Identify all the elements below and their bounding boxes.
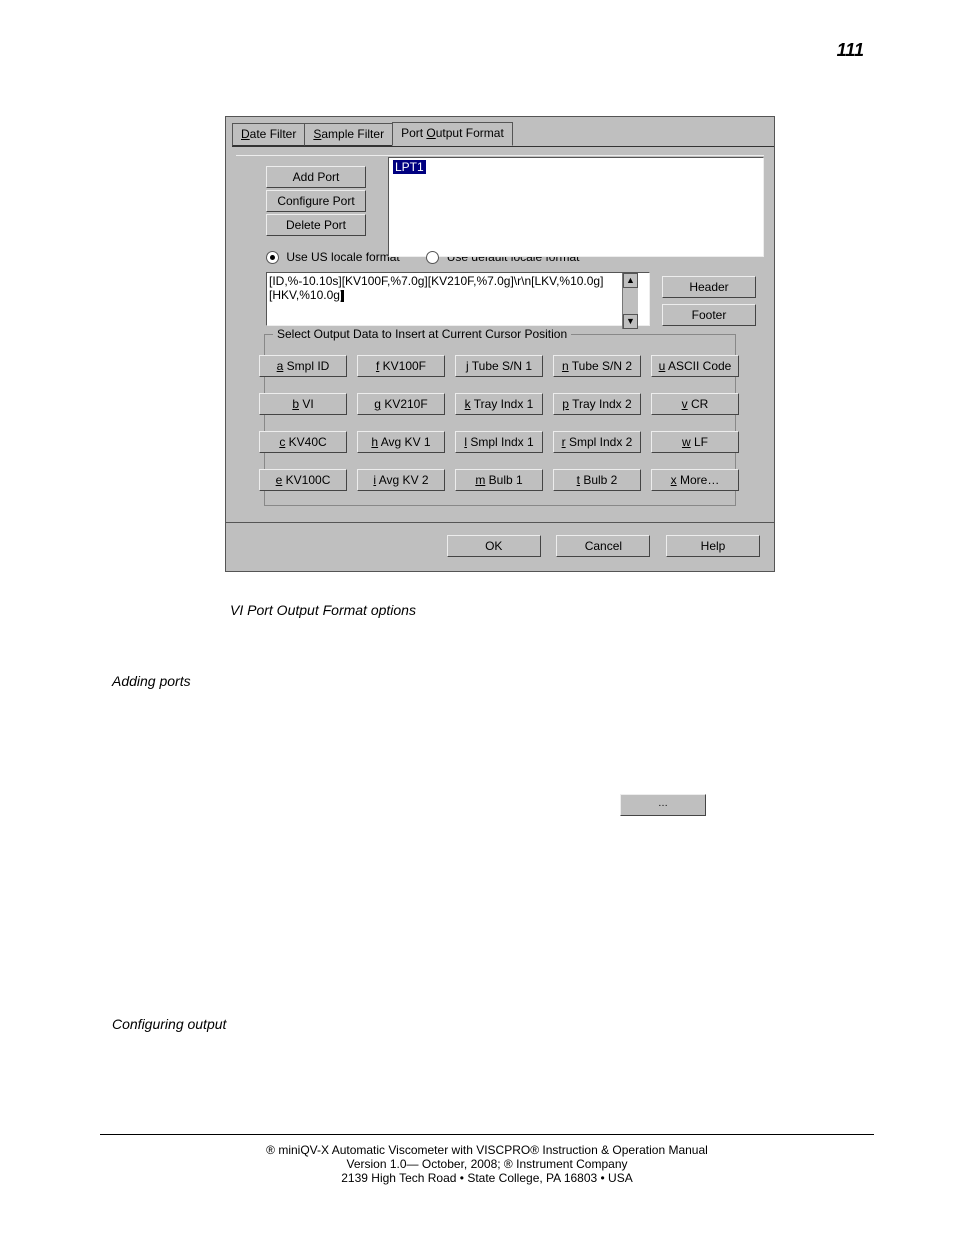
btn-kv100c[interactable]: e KV100C bbox=[259, 469, 347, 491]
delete-port-button[interactable]: Delete Port bbox=[266, 214, 366, 236]
scroll-down-icon[interactable]: ▼ bbox=[623, 314, 638, 329]
cancel-button[interactable]: Cancel bbox=[556, 535, 650, 557]
btn-avg-kv2[interactable]: i Avg KV 2 bbox=[357, 469, 445, 491]
btn-kv100f[interactable]: f KV100F bbox=[357, 355, 445, 377]
tab-date-filter[interactable]: Date Filter bbox=[232, 123, 305, 146]
heading-adding-ports: Adding ports bbox=[112, 673, 874, 689]
footer-button[interactable]: Footer bbox=[662, 304, 756, 326]
text-cursor bbox=[341, 290, 344, 302]
heading-configuring-output: Configuring output bbox=[112, 1016, 874, 1032]
btn-tube-sn1[interactable]: j Tube S/N 1 bbox=[455, 355, 543, 377]
btn-smpl-indx2[interactable]: r Smpl Indx 2 bbox=[553, 431, 641, 453]
btn-tray-indx2[interactable]: p Tray Indx 2 bbox=[553, 393, 641, 415]
tab-strip: Date Filter Sample Filter Port Output Fo… bbox=[232, 120, 774, 147]
tab-port-output-format[interactable]: Port Output Format bbox=[392, 122, 513, 146]
tab-sample-filter[interactable]: Sample Filter bbox=[304, 123, 393, 146]
btn-tray-indx1[interactable]: k Tray Indx 1 bbox=[455, 393, 543, 415]
btn-more[interactable]: x More… bbox=[651, 469, 739, 491]
btn-kv210f[interactable]: g KV210F bbox=[357, 393, 445, 415]
page-number: 111 bbox=[100, 40, 874, 61]
ok-button[interactable]: OK bbox=[447, 535, 541, 557]
configure-port-button[interactable]: Configure Port bbox=[266, 190, 366, 212]
btn-ascii-code[interactable]: u ASCII Code bbox=[651, 355, 739, 377]
port-list-item-selected[interactable]: LPT1 bbox=[393, 160, 426, 174]
btn-smpl-indx1[interactable]: l Smpl Indx 1 bbox=[455, 431, 543, 453]
scroll-up-icon[interactable]: ▲ bbox=[623, 273, 638, 288]
radio-us-locale[interactable] bbox=[266, 251, 279, 264]
btn-smpl-id[interactable]: a Smpl ID bbox=[259, 355, 347, 377]
btn-bulb2[interactable]: t Bulb 2 bbox=[553, 469, 641, 491]
port-output-format-dialog: Date Filter Sample Filter Port Output Fo… bbox=[225, 116, 775, 572]
btn-avg-kv1[interactable]: h Avg KV 1 bbox=[357, 431, 445, 453]
figure-caption: VI Port Output Format options bbox=[230, 602, 874, 618]
insert-output-data-group: Select Output Data to Insert at Current … bbox=[264, 334, 736, 506]
format-scrollbar[interactable]: ▲ ▼ bbox=[622, 273, 638, 329]
header-button[interactable]: Header bbox=[662, 276, 756, 298]
page-footer: ® miniQV-X Automatic Viscometer with VIS… bbox=[100, 1134, 874, 1185]
btn-cr[interactable]: v CR bbox=[651, 393, 739, 415]
format-string-textbox[interactable]: [ID,%-10.10s][KV100F,%7.0g][KV210F,%7.0g… bbox=[266, 272, 650, 326]
help-button[interactable]: Help bbox=[666, 535, 760, 557]
port-list[interactable]: LPT1 bbox=[388, 157, 764, 257]
btn-vi[interactable]: b VI bbox=[259, 393, 347, 415]
radio-default-locale[interactable] bbox=[426, 251, 439, 264]
btn-lf[interactable]: w LF bbox=[651, 431, 739, 453]
ellipsis-button[interactable]: … bbox=[620, 794, 706, 816]
add-port-button[interactable]: Add Port bbox=[266, 166, 366, 188]
radio-us-locale-label: Use US locale format bbox=[286, 250, 399, 264]
btn-bulb1[interactable]: m Bulb 1 bbox=[455, 469, 543, 491]
btn-kv40c[interactable]: c KV40C bbox=[259, 431, 347, 453]
btn-tube-sn2[interactable]: n Tube S/N 2 bbox=[553, 355, 641, 377]
insert-output-data-legend: Select Output Data to Insert at Current … bbox=[273, 327, 571, 341]
